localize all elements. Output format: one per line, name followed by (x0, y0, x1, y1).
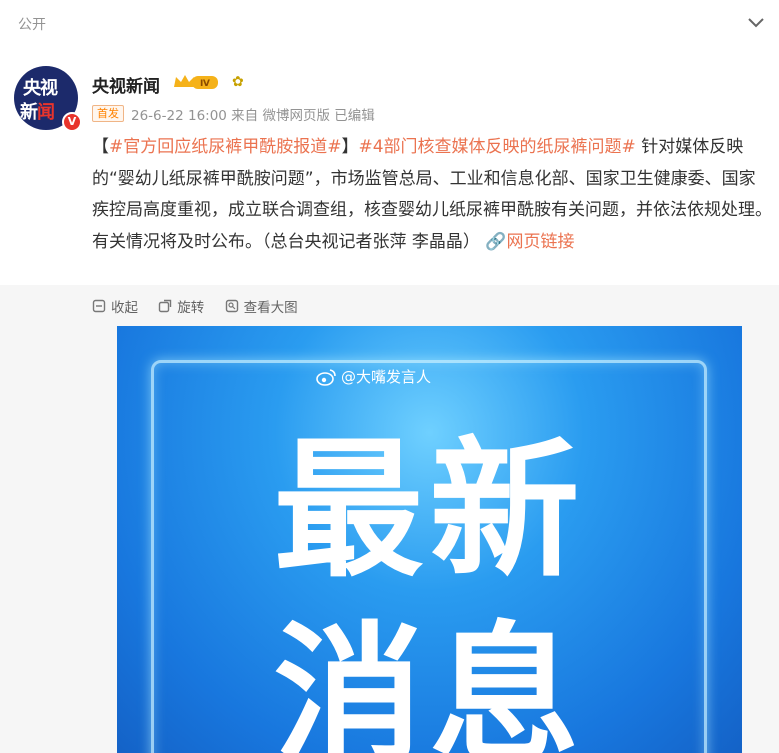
first-publish-badge: 首发 (92, 105, 124, 122)
chevron-down-icon[interactable] (747, 16, 765, 30)
view-large-icon (225, 299, 238, 313)
level-badge-text: Ⅳ (200, 79, 210, 89)
image-headline-line1: 最新 (273, 424, 586, 598)
web-link[interactable]: 网页链接 (506, 232, 574, 252)
vip-crown-icon[interactable]: Ⅳ (172, 73, 220, 91)
collapse-icon (92, 299, 106, 313)
link-icon: 🔗 (479, 231, 507, 252)
post-meta[interactable]: 26-6-22 16:00 来自 微博网页版 已编辑 (131, 104, 375, 124)
collapse-button[interactable]: 收起 (92, 296, 138, 316)
hashtag-link-2[interactable]: #4部门核查媒体反映的纸尿裤问题# (359, 137, 636, 157)
image-watermark: @大嘴发言人 (315, 366, 431, 387)
hashtag-link-1[interactable]: #官方回应纸尿裤甲酰胺报道# (109, 137, 342, 157)
visibility-bar: 公开 (0, 0, 779, 48)
sunflower-icon: ✿ (232, 74, 244, 90)
media-toolbar: 收起 旋转 查看大图 (92, 296, 314, 317)
image-headline-line2: 消息 (273, 609, 586, 753)
avatar-text-line2: 新闻 (20, 102, 55, 123)
author-name[interactable]: 央视新闻 (92, 72, 160, 97)
view-large-button[interactable]: 查看大图 (225, 296, 298, 316)
post-content: 【#官方回应纸尿裤甲酰胺报道#】#4部门核查媒体反映的纸尿裤问题# 针对媒体反映… (92, 137, 772, 252)
weibo-logo-icon (316, 368, 336, 386)
rotate-button[interactable]: 旋转 (158, 296, 204, 316)
verified-icon: V (62, 112, 82, 132)
post-image[interactable]: @大嘴发言人 最新 消息 (117, 326, 742, 753)
visibility-label: 公开 (18, 17, 46, 33)
avatar-text-line1: 央视 (23, 78, 58, 99)
rotate-icon (159, 299, 172, 313)
